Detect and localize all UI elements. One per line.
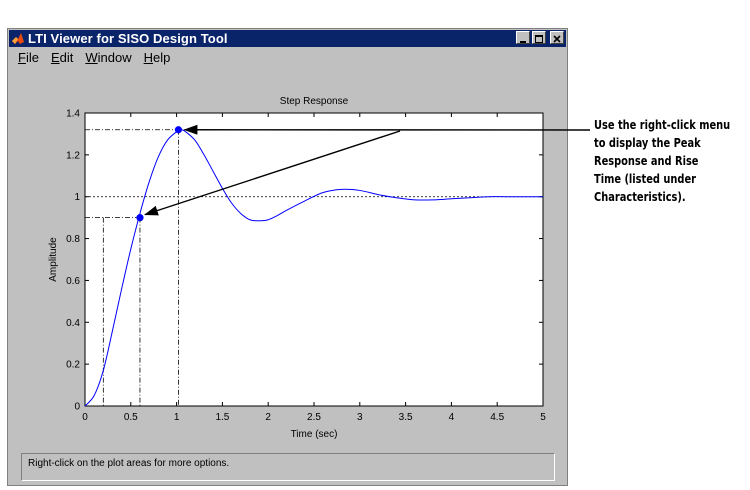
y-tick-label: 0 xyxy=(74,402,80,413)
x-tick-label: 3.5 xyxy=(399,412,413,423)
x-tick-label: 1.5 xyxy=(215,412,229,423)
y-tick-label: 0.6 xyxy=(66,276,80,287)
y-tick-label: 1.4 xyxy=(66,109,80,120)
y-tick-label: 1 xyxy=(74,192,80,203)
x-tick-label: 0 xyxy=(82,412,88,423)
peak-response-marker[interactable] xyxy=(174,126,183,134)
chart-title: Step Response xyxy=(280,96,349,107)
y-tick-label: 0.4 xyxy=(66,318,80,329)
annotation-line: Response and Rise xyxy=(594,154,699,168)
y-axis-label: Amplitude xyxy=(48,237,59,282)
y-tick-label: 1.2 xyxy=(66,150,80,161)
x-tick-label: 4.5 xyxy=(490,412,504,423)
x-tick-label: 4 xyxy=(449,412,455,423)
y-tick-label: 0.2 xyxy=(66,360,80,371)
x-tick-label: 2 xyxy=(265,412,271,423)
x-tick-label: 1 xyxy=(174,412,180,423)
x-tick-label: 0.5 xyxy=(124,412,138,423)
annotation-line: Use the right-click menu xyxy=(594,118,731,132)
rise-time-marker[interactable] xyxy=(136,214,144,222)
step-response-plot[interactable]: Step Response Time (sec) Amplitude 0 0.5 1 1.5… xyxy=(0,0,750,490)
x-tick-label: 2.5 xyxy=(307,412,321,423)
axes-box xyxy=(84,112,544,407)
annotation-line: to display the Peak xyxy=(594,136,701,150)
x-tick-label: 3 xyxy=(357,412,363,423)
annotation-note: Use the right-click menu to display the … xyxy=(594,116,731,206)
y-tick-label: 0.8 xyxy=(66,234,80,245)
x-axis-label: Time (sec) xyxy=(291,429,338,440)
annotation-line: Characteristics). xyxy=(594,190,686,204)
annotation-line: Time (listed under xyxy=(594,172,696,186)
x-tick-label: 5 xyxy=(540,412,546,423)
